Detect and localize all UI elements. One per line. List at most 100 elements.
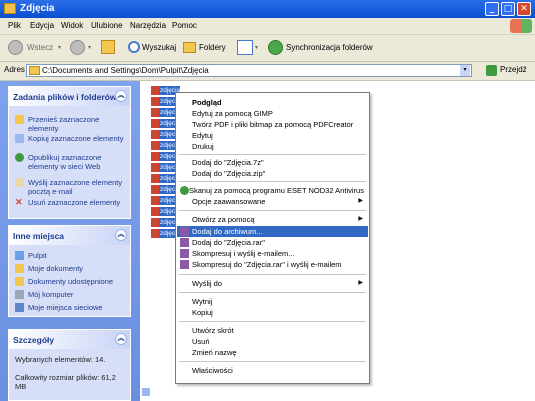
eset-icon (180, 186, 189, 195)
menu-item-pdfcreator[interactable]: Twórz PDF i pliki bitmap za pomocą PDFCr… (177, 119, 368, 130)
menu-ulubione[interactable]: Ulubione (91, 21, 123, 30)
menu-item-delete[interactable]: Usuń (177, 336, 368, 347)
winrar-icon (180, 260, 189, 269)
menu-item-eset-scan[interactable]: Skanuj za pomocą programu ESET NOD32 Ant… (177, 185, 368, 196)
back-button[interactable]: Wstecz (27, 43, 53, 52)
details-panel: Szczegóły ︽ Wybranych elementów: 14. Cał… (8, 329, 131, 401)
other-places-panel: Inne miejsca ︽ Pulpit Moje dokumenty Dok… (8, 225, 131, 317)
submenu-arrow-icon: ▶ (358, 280, 363, 286)
menu-item-edit[interactable]: Edytuj (177, 130, 368, 141)
menu-item-rename[interactable]: Zmień nazwę (177, 347, 368, 358)
go-arrow-icon[interactable] (486, 65, 497, 76)
go-button[interactable]: Przejdź (500, 65, 527, 74)
submenu-arrow-icon: ▶ (358, 216, 363, 222)
sync-icon[interactable] (268, 40, 283, 55)
place-label: Moje dokumenty (28, 264, 84, 273)
menu-pomoc[interactable]: Pomoc (172, 21, 197, 30)
submenu-arrow-icon: ▶ (358, 198, 363, 204)
views-icon[interactable] (237, 40, 253, 55)
winrar-icon (180, 227, 189, 236)
menu-narzedzia[interactable]: Narzędzia (130, 21, 166, 30)
file-tasks-header[interactable]: Zadania plików i folderów ︽ (9, 87, 130, 106)
folders-icon[interactable] (183, 42, 196, 53)
details-header[interactable]: Szczegóły ︽ (9, 330, 130, 349)
place-label: Mój komputer (28, 290, 74, 299)
back-dropdown-icon[interactable]: ▾ (58, 44, 61, 51)
forward-arrow-icon[interactable] (70, 40, 85, 55)
views-dropdown-icon[interactable]: ▾ (255, 44, 258, 51)
address-path: C:\Documents and Settings\Dom\Pulpit\Zdj… (42, 66, 209, 75)
image-file-icon (151, 130, 159, 139)
image-file-icon (151, 119, 159, 128)
title-bar: Zdjęcia _ □ ✕ (0, 0, 535, 18)
menu-edycja[interactable]: Edycja (30, 21, 54, 30)
copy-icon (15, 134, 24, 143)
close-button[interactable]: ✕ (517, 2, 531, 16)
image-file-icon (151, 108, 159, 117)
folder-icon (29, 66, 40, 75)
menu-item-advanced-options[interactable]: Opcje zaawansowane ▶ (177, 196, 368, 207)
window-title: Zdjęcia (20, 3, 55, 14)
search-button[interactable]: Wyszukaj (142, 43, 176, 52)
forward-dropdown-icon[interactable]: ▾ (88, 44, 91, 51)
menu-item-compress-rar-email[interactable]: Skompresuj do "Zdjęcia.rar" i wyślij e-m… (177, 259, 368, 270)
image-file-icon (151, 152, 159, 161)
menu-separator (179, 154, 366, 155)
selected-count: Wybranych elementów: 14. (15, 355, 106, 364)
panel-title: Szczegóły (13, 335, 55, 345)
search-icon[interactable] (128, 41, 140, 53)
menu-item-preview[interactable]: Podgląd (177, 97, 368, 108)
collapse-icon[interactable]: ︽ (115, 90, 127, 102)
network-icon (15, 303, 24, 312)
task-pane: Zadania plików i folderów ︽ Przenieś zaz… (0, 81, 140, 401)
menu-item-add-zip[interactable]: Dodaj do "Zdjęcia.zip" (177, 168, 368, 179)
back-arrow-icon[interactable] (8, 40, 23, 55)
address-dropdown-icon[interactable]: ▾ (460, 65, 470, 76)
image-file-icon (151, 163, 159, 172)
task-label: Kopiuj zaznaczone elementy (28, 134, 124, 143)
menu-item-add-to-archive[interactable]: Dodaj do archiwum... (177, 226, 368, 237)
address-label: Adres (4, 65, 25, 74)
image-file-icon (151, 196, 159, 205)
menu-separator (179, 210, 366, 211)
menu-item-properties[interactable]: Właściwości (177, 365, 368, 376)
menu-widok[interactable]: Widok (61, 21, 83, 30)
menu-item-print[interactable]: Drukuj (177, 141, 368, 152)
other-places-header[interactable]: Inne miejsca ︽ (9, 226, 130, 245)
menu-item-add-rar[interactable]: Dodaj do "Zdjęcia.rar" (177, 237, 368, 248)
address-input[interactable]: C:\Documents and Settings\Dom\Pulpit\Zdj… (26, 64, 472, 77)
move-icon (15, 115, 24, 124)
delete-x-icon: ✕ (15, 197, 23, 207)
folder-icon (4, 3, 16, 14)
toolbar: Wstecz ▾ ▾ Wyszukaj Foldery ▾ Synchroniz… (0, 35, 535, 62)
menu-item-compress-email[interactable]: Skompresuj i wyślij e-mailem... (177, 248, 368, 259)
collapse-icon[interactable]: ︽ (115, 229, 127, 241)
menu-item-add-7z[interactable]: Dodaj do "Zdjęcia.7z" (177, 157, 368, 168)
place-label: Dokumenty udostępnione (28, 277, 114, 286)
menu-separator (179, 181, 366, 182)
total-size: Całkowity rozmiar plików: 61,2 MB (15, 373, 116, 391)
menu-separator (179, 292, 366, 293)
minimize-button[interactable]: _ (485, 2, 499, 16)
place-label: Pulpit (28, 251, 47, 260)
menu-plik[interactable]: Plik (8, 21, 21, 30)
context-menu: Podgląd Edytuj za pomocą GIMP Twórz PDF … (175, 92, 370, 384)
computer-icon (15, 290, 24, 299)
menu-item-edit-gimp[interactable]: Edytuj za pomocą GIMP (177, 108, 368, 119)
menu-item-send-to[interactable]: Wyślij do ▶ (177, 278, 368, 289)
image-file-icon (151, 174, 159, 183)
place-label: Moje miejsca sieciowe (28, 303, 103, 312)
scrollbar-icon[interactable] (142, 388, 150, 396)
collapse-icon[interactable]: ︽ (115, 333, 127, 345)
menu-separator (179, 321, 366, 322)
menu-item-copy[interactable]: Kopiuj (177, 307, 368, 318)
menu-item-open-with[interactable]: Otwórz za pomocą ▶ (177, 214, 368, 225)
winrar-icon (180, 249, 189, 258)
panel-title: Inne miejsca (13, 231, 65, 241)
maximize-button[interactable]: □ (501, 2, 515, 16)
sync-button[interactable]: Synchronizacja folderów (286, 43, 373, 52)
menu-item-create-shortcut[interactable]: Utwórz skrót (177, 325, 368, 336)
folders-button[interactable]: Foldery (199, 43, 226, 52)
menu-item-cut[interactable]: Wytnij (177, 296, 368, 307)
up-folder-icon[interactable] (101, 40, 115, 54)
